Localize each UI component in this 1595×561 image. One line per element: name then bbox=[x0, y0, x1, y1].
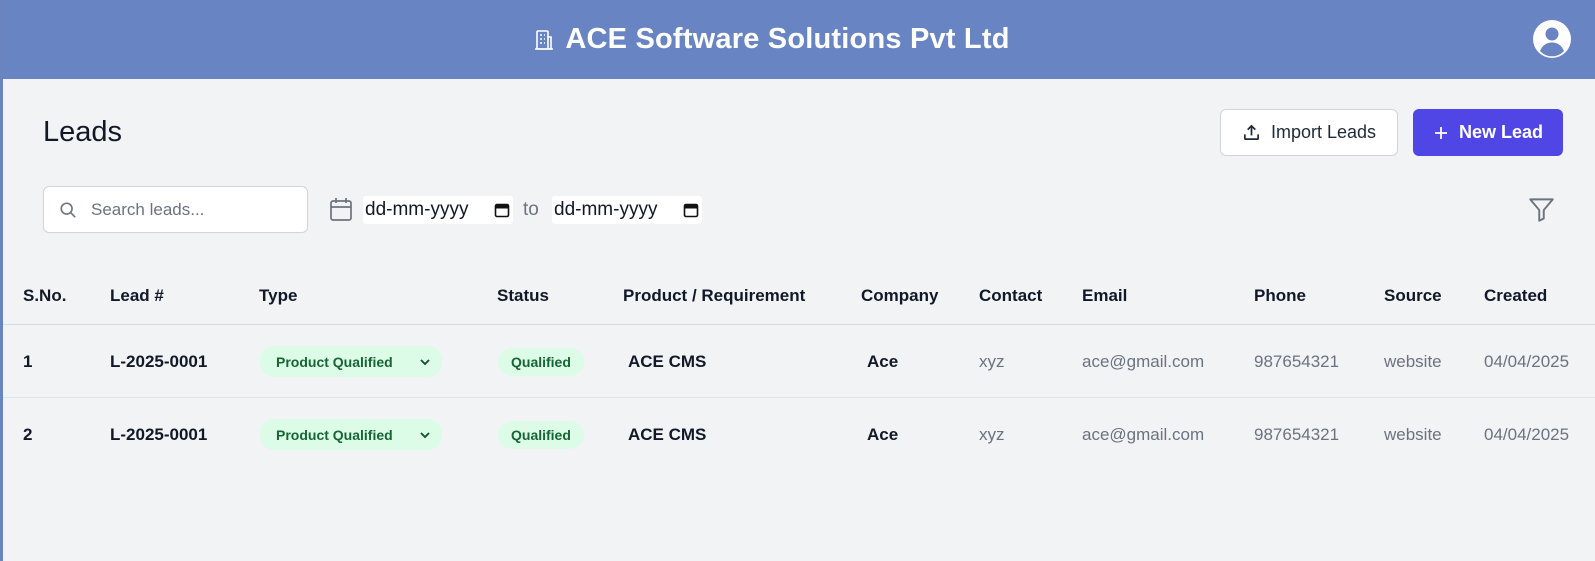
cell-product: ACE CMS bbox=[628, 352, 707, 371]
column-header-product[interactable]: Product / Requirement bbox=[623, 286, 805, 306]
search-input[interactable] bbox=[91, 199, 291, 220]
cell-source: website bbox=[1384, 425, 1442, 444]
column-header-phone[interactable]: Phone bbox=[1254, 286, 1306, 306]
brand: ACE Software Solutions Pvt Ltd bbox=[533, 23, 1009, 56]
table-row[interactable]: 2 L-2025-0001 Product Qualified Qualifie… bbox=[3, 398, 1595, 471]
top-bar: ACE Software Solutions Pvt Ltd bbox=[3, 0, 1595, 79]
cell-phone: 987654321 bbox=[1254, 352, 1340, 371]
date-range-to-label: to bbox=[523, 199, 539, 220]
cell-created: 04/04/2025 bbox=[1484, 352, 1570, 371]
status-badge: Qualified bbox=[498, 421, 584, 449]
table-header: S.No. Lead # Type Status Product / Requi… bbox=[3, 270, 1595, 325]
cell-contact: xyz bbox=[979, 425, 1005, 444]
calendar-icon bbox=[330, 198, 352, 221]
cell-email: ace@gmail.com bbox=[1082, 352, 1205, 371]
date-from-placeholder: dd-mm-yyyy bbox=[365, 199, 469, 220]
cell-source: website bbox=[1384, 352, 1442, 371]
page-title: Leads bbox=[43, 116, 123, 148]
table-row[interactable]: 1 L-2025-0001 Product Qualified Qualifie… bbox=[3, 325, 1595, 398]
user-avatar[interactable] bbox=[1532, 19, 1572, 59]
chevron-down-icon bbox=[420, 358, 430, 365]
cell-phone: 987654321 bbox=[1254, 425, 1340, 444]
building-icon bbox=[533, 28, 555, 52]
column-header-lead[interactable]: Lead # bbox=[110, 286, 164, 306]
lead-type-value: Product Qualified bbox=[276, 426, 393, 443]
cell-company: Ace bbox=[867, 352, 899, 371]
cell-lead-number: L-2025-0001 bbox=[110, 425, 208, 444]
calendar-picker-icon[interactable] bbox=[683, 202, 699, 218]
column-header-created[interactable]: Created bbox=[1484, 286, 1547, 306]
lead-type-select[interactable]: Product Qualified bbox=[260, 346, 442, 377]
column-header-source[interactable]: Source bbox=[1384, 286, 1442, 306]
new-lead-button[interactable]: New Lead bbox=[1413, 109, 1563, 156]
import-leads-button[interactable]: Import Leads bbox=[1220, 109, 1398, 156]
chevron-down-icon bbox=[420, 431, 430, 438]
calendar-picker-icon[interactable] bbox=[494, 202, 510, 218]
cell-lead-number: L-2025-0001 bbox=[110, 352, 208, 371]
column-header-email[interactable]: Email bbox=[1082, 286, 1127, 306]
column-header-status[interactable]: Status bbox=[497, 286, 549, 306]
search-icon bbox=[60, 201, 76, 218]
upload-icon bbox=[1243, 124, 1259, 141]
import-leads-label: Import Leads bbox=[1270, 122, 1377, 142]
date-from-input[interactable]: dd-mm-yyyy bbox=[363, 196, 513, 224]
column-header-contact[interactable]: Contact bbox=[979, 286, 1042, 306]
filter-icon[interactable] bbox=[1528, 196, 1555, 223]
company-title: ACE Software Solutions Pvt Ltd bbox=[565, 23, 1010, 55]
column-header-company[interactable]: Company bbox=[861, 286, 938, 306]
lead-type-select[interactable]: Product Qualified bbox=[260, 419, 442, 450]
date-to-input[interactable]: dd-mm-yyyy bbox=[552, 196, 702, 224]
cell-product: ACE CMS bbox=[628, 425, 707, 444]
plus-icon bbox=[1434, 126, 1447, 139]
lead-type-value: Product Qualified bbox=[276, 353, 393, 370]
cell-sno: 1 bbox=[23, 352, 33, 371]
date-to-placeholder: dd-mm-yyyy bbox=[554, 199, 658, 220]
cell-email: ace@gmail.com bbox=[1082, 425, 1205, 444]
status-badge: Qualified bbox=[498, 348, 584, 376]
column-header-sno[interactable]: S.No. bbox=[23, 286, 66, 306]
cell-company: Ace bbox=[867, 425, 899, 444]
cell-created: 04/04/2025 bbox=[1484, 425, 1570, 444]
cell-sno: 2 bbox=[23, 425, 33, 444]
user-circle-icon bbox=[1533, 20, 1571, 58]
column-header-type[interactable]: Type bbox=[259, 286, 297, 306]
search-box[interactable] bbox=[43, 186, 308, 233]
cell-contact: xyz bbox=[979, 352, 1005, 371]
new-lead-label: New Lead bbox=[1458, 122, 1544, 142]
